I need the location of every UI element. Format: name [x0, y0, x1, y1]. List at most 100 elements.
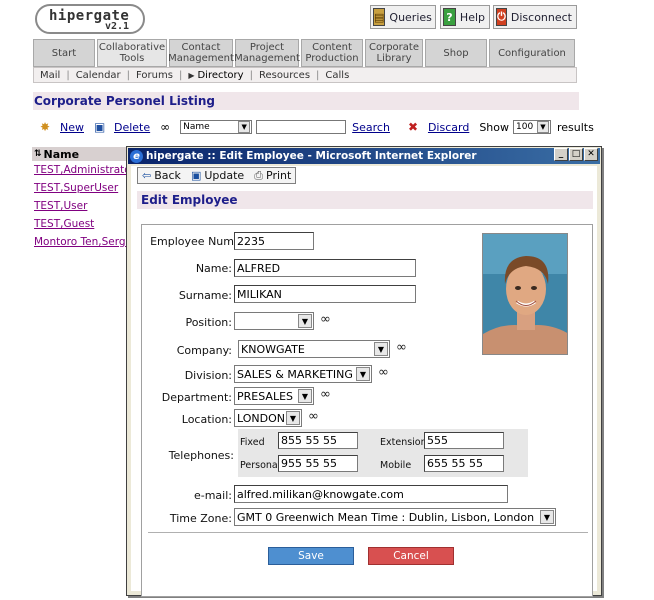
tab-configuration[interactable]: Configuration: [489, 39, 575, 67]
chevron-down-icon: ▼: [540, 510, 554, 524]
subnav-mail[interactable]: Mail: [40, 70, 60, 81]
search-input[interactable]: [256, 120, 347, 134]
search-field-value: Name: [183, 122, 210, 132]
fixed-label: Fixed: [240, 437, 265, 448]
discard-icon: ✖: [407, 120, 419, 134]
tab-collaborative-tools[interactable]: Collaborative Tools: [97, 39, 167, 67]
binoculars-icon[interactable]: ∞: [396, 340, 407, 355]
list-item[interactable]: TEST,Guest: [32, 215, 132, 233]
list-item[interactable]: TEST,SuperUser: [32, 179, 132, 197]
new-link[interactable]: New: [60, 121, 84, 134]
tab-shop[interactable]: Shop: [425, 39, 487, 67]
list-header[interactable]: ⇅ Name: [32, 147, 132, 161]
binoculars-icon[interactable]: ∞: [308, 409, 319, 424]
cancel-button[interactable]: Cancel: [368, 547, 454, 565]
close-icon: ✕: [587, 149, 595, 159]
timezone-select[interactable]: GMT 0 Greenwich Mean Time : Dublin, Lisb…: [234, 508, 556, 526]
tab-contact-management[interactable]: Contact Management: [168, 39, 234, 67]
location-select[interactable]: LONDON ▼: [234, 409, 302, 427]
tab-start[interactable]: Start: [33, 39, 95, 67]
update-button[interactable]: ▣ Update: [191, 169, 244, 182]
chevron-down-icon: ▼: [238, 121, 251, 133]
chevron-down-icon: ▼: [537, 121, 549, 133]
extension-input[interactable]: 555: [424, 432, 504, 449]
surname-input[interactable]: MILIKAN: [234, 285, 416, 303]
window-content: ⇦ Back ▣ Update ⎙ Print Edit Employee Em…: [131, 166, 597, 597]
company-label: Company:: [176, 344, 232, 357]
form-title: Edit Employee: [137, 191, 593, 209]
subnav-calendar[interactable]: Calendar: [76, 70, 121, 81]
edit-employee-window: e hipergate :: Edit Employee - Microsoft…: [126, 146, 602, 597]
subnav-forums[interactable]: Forums: [136, 70, 173, 81]
popup-toolbar: ⇦ Back ▣ Update ⎙ Print: [137, 167, 297, 184]
window-titlebar[interactable]: e hipergate :: Edit Employee - Microsoft…: [128, 148, 600, 164]
department-select[interactable]: PRESALES ▼: [234, 387, 314, 405]
chevron-down-icon: ▼: [298, 314, 312, 328]
position-select[interactable]: ▼: [234, 312, 314, 330]
main-tabs: Start Collaborative Tools Contact Manage…: [33, 39, 577, 67]
binoculars-icon[interactable]: ∞: [378, 365, 389, 380]
fixed-phone-input[interactable]: 855 55 55: [278, 432, 358, 449]
back-button[interactable]: ⇦ Back: [142, 169, 181, 182]
disconnect-button[interactable]: ⏻ Disconnect: [493, 5, 577, 29]
employee-num-input[interactable]: 2235: [234, 232, 314, 250]
maximize-button[interactable]: □: [569, 148, 583, 161]
disconnect-label: Disconnect: [510, 10, 572, 24]
email-input[interactable]: alfred.milikan@knowgate.com: [234, 485, 508, 503]
list-item[interactable]: Montoro Ten,Sergio: [32, 233, 132, 251]
subnav-resources[interactable]: Resources: [259, 70, 310, 81]
list-item[interactable]: TEST,Administrator: [32, 161, 132, 179]
mobile-phone-input[interactable]: 655 55 55: [424, 455, 504, 472]
sort-icon: ⇅: [34, 149, 42, 159]
new-icon: ✸: [40, 120, 51, 134]
list-header-label: Name: [43, 147, 80, 161]
subnav-calls[interactable]: Calls: [325, 70, 349, 81]
personal-label: Personal: [240, 460, 281, 471]
hipergate-logo: hipergate v2.1: [35, 4, 145, 34]
maximize-icon: □: [571, 149, 581, 159]
list-item[interactable]: TEST,User: [32, 197, 132, 215]
chevron-down-icon: ▼: [356, 367, 370, 381]
form-divider: [148, 532, 588, 533]
search-link[interactable]: Search: [352, 121, 390, 134]
employee-form: Employee Num 2235 Name: ALFRED Surname: …: [141, 224, 593, 597]
delete-link[interactable]: Delete: [114, 121, 150, 134]
help-button[interactable]: ? Help: [440, 5, 490, 29]
window-title: hipergate :: Edit Employee - Microsoft I…: [146, 150, 477, 162]
location-label: Location:: [181, 413, 232, 426]
binoculars-icon[interactable]: ∞: [320, 387, 331, 402]
ie-icon: e: [130, 149, 143, 163]
sub-navigation: Mail | Calendar | Forums | ▶ Directory | Reso…: [33, 67, 577, 83]
page-size-select[interactable]: 100 ▼: [513, 120, 551, 134]
location-value: LONDON: [237, 411, 285, 425]
disconnect-icon: ⏻: [496, 8, 507, 26]
discard-link[interactable]: Discard: [428, 121, 469, 134]
tab-corporate-library[interactable]: Corporate Library: [365, 39, 423, 67]
personal-phone-input[interactable]: 955 55 55: [278, 455, 358, 472]
save-button[interactable]: Save: [268, 547, 354, 565]
print-button[interactable]: ⎙ Print: [254, 169, 291, 183]
email-label: e-mail:: [193, 489, 232, 502]
minimize-button[interactable]: _: [554, 148, 568, 161]
page-size-value: 100: [516, 122, 534, 132]
name-input[interactable]: ALFRED: [234, 259, 416, 277]
extension-label: Extension: [380, 437, 427, 448]
telephones-group: Fixed 855 55 55 Extension 555 Personal 9…: [238, 429, 528, 477]
tab-content-production[interactable]: Content Production: [301, 39, 363, 67]
subnav-directory[interactable]: Directory: [197, 70, 243, 81]
listing-toolbar: ✸ New ▣ Delete ∞ Name ▼ Search ✖ Discard…: [40, 118, 600, 136]
binoculars-icon[interactable]: ∞: [320, 312, 331, 327]
queries-button[interactable]: ▤ Queries: [370, 5, 436, 29]
help-icon: ?: [443, 8, 456, 26]
chevron-down-icon: ▼: [286, 411, 300, 425]
company-select[interactable]: KNOWGATE ▼: [238, 340, 390, 358]
company-value: KNOWGATE: [241, 342, 305, 356]
search-field-select[interactable]: Name ▼: [180, 120, 253, 134]
division-select[interactable]: SALES & MARKETING ▼: [234, 365, 372, 383]
results-label: results: [557, 120, 594, 134]
binoculars-icon: ∞: [160, 120, 171, 134]
close-button[interactable]: ✕: [584, 148, 598, 161]
delete-icon: ▣: [94, 120, 106, 134]
tab-project-management[interactable]: Project Management: [234, 39, 300, 67]
telephones-label: Telephones:: [168, 449, 234, 462]
